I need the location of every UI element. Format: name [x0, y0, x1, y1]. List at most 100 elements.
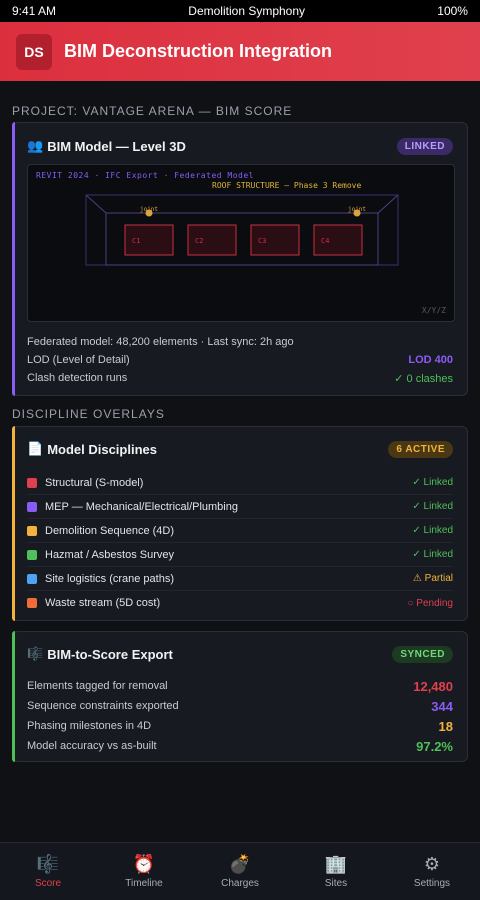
list-item[interactable]: Hazmat / Asbestos Survey ✓ Linked: [27, 543, 453, 567]
export-stat-value: 18: [438, 718, 453, 734]
status-badge: LINKED: [396, 137, 453, 155]
list-item[interactable]: Waste stream (5D cost) ○ Pending: [27, 591, 453, 615]
discipline-label: Structural (S-model): [45, 476, 144, 489]
nav-label: Score: [34, 878, 62, 889]
nav-item-timeline[interactable]: ⏰ Timeline: [96, 843, 192, 900]
column-label: C1: [132, 237, 140, 245]
axes-label: X/Y/Z: [421, 306, 446, 315]
export-stats: Elements tagged for removal 12,480 Sequenc…: [13, 676, 467, 756]
export-stat-value: 344: [431, 698, 453, 714]
document-icon: 📄: [27, 441, 44, 456]
discipline-label: Hazmat / Asbestos Survey: [45, 548, 174, 561]
discipline-label-group: Structural (S-model): [27, 477, 143, 489]
export-stat-label: Elements tagged for removal: [27, 680, 168, 692]
export-stat-row: Elements tagged for removal 12,480: [27, 676, 453, 696]
discipline-label: Demolition Sequence (4D): [45, 524, 175, 537]
people-icon: 👥: [27, 138, 44, 153]
app-header: DS BIM Deconstruction Integration: [0, 22, 480, 81]
color-swatch: [27, 598, 37, 608]
export-stat-row: Sequence constraints exported 344: [27, 696, 453, 716]
nav-label: Timeline: [125, 878, 163, 889]
list-item[interactable]: Demolition Sequence (4D) ✓ Linked: [27, 519, 453, 543]
overlay-label: DISCIPLINE OVERLAYS: [12, 407, 165, 421]
disciplines-title-text: Model Disciplines: [47, 441, 157, 457]
export-stat-value: 12,480: [413, 678, 453, 694]
bim-wireframe: joint joint C1 C2 C3 C4: [85, 194, 399, 266]
bim-card-title-text: BIM Model — Level 3D: [47, 138, 186, 154]
discipline-label-group: Hazmat / Asbestos Survey: [27, 549, 174, 561]
building-icon: 🏢: [324, 854, 348, 874]
active-count-badge: 6 ACTIVE: [388, 440, 453, 458]
discipline-label-group: Waste stream (5D cost): [27, 597, 160, 609]
synced-badge: SYNCED: [392, 645, 453, 663]
alarm-clock-icon: ⏰: [132, 854, 156, 874]
nav-item-settings[interactable]: ⚙ Settings: [384, 843, 480, 900]
disciplines-card[interactable]: 📄 Model Disciplines 6 ACTIVE Structural …: [12, 426, 468, 621]
discipline-label: Waste stream (5D cost): [45, 597, 161, 609]
disciplines-title: 📄 Model Disciplines: [27, 441, 157, 457]
discipline-status: ✓ Linked: [412, 525, 453, 536]
discipline-label-group: Site logistics (crane paths): [27, 573, 174, 585]
discipline-label: MEP — Mechanical/Electrical/Plumbing: [45, 500, 238, 513]
nav-item-charges[interactable]: 💣 Charges: [192, 843, 288, 900]
card-accent: [12, 426, 15, 621]
list-item[interactable]: Structural (S-model) ✓ Linked: [27, 471, 453, 495]
discipline-status: ⚠ Partial: [412, 573, 453, 584]
bim-card-title: 👥 BIM Model — Level 3D: [27, 138, 186, 154]
joint-label: joint: [348, 206, 366, 213]
nav-label: Sites: [324, 878, 348, 889]
export-stat-label: Phasing milestones in 4D: [27, 720, 152, 732]
page-title: BIM Deconstruction Integration: [64, 41, 333, 61]
export-stat-label: Sequence constraints exported: [27, 700, 179, 712]
bottom-nav: 🎼 Score ⏰ Timeline 💣 Charges 🏢 Sites ⚙ Settings: [0, 842, 480, 900]
column-label: C4: [321, 237, 329, 245]
app-logo[interactable]: DS: [16, 33, 52, 70]
export-stat-row: Phasing milestones in 4D 18: [27, 716, 453, 736]
nav-item-sites[interactable]: 🏢 Sites: [288, 843, 384, 900]
column-label: C3: [258, 237, 266, 245]
nav-label: Charges: [221, 878, 259, 889]
discipline-status: ✓ Linked: [412, 477, 453, 488]
nav-item-score[interactable]: 🎼 Score: [0, 843, 96, 900]
export-card[interactable]: 🎼 BIM-to-Score Export SYNCED Elements ta…: [12, 631, 468, 762]
bim-viewer[interactable]: REVIT 2024 · IFC Export · Federated Mode…: [27, 164, 455, 322]
export-title-text: BIM-to-Score Export: [47, 646, 173, 662]
discipline-status: ○ Pending: [407, 597, 453, 609]
color-swatch: [27, 501, 37, 512]
clash-value: ✓ 0 clashes: [394, 372, 453, 385]
joint-label: joint: [140, 206, 158, 213]
color-swatch: [27, 525, 37, 536]
color-swatch: [27, 549, 37, 560]
clash-label: Clash detection runs: [27, 372, 128, 384]
status-title: Demolition Symphony: [188, 4, 306, 18]
status-battery: 100%: [437, 4, 468, 18]
lod-value: LOD 400: [408, 354, 453, 366]
export-stat-value: 97.2%: [416, 738, 453, 754]
project-label: PROJECT: VANTAGE ARENA — BIM SCORE: [12, 104, 293, 118]
music-score-icon: 🎼: [27, 646, 44, 661]
discipline-label-group: MEP — Mechanical/Electrical/Plumbing: [27, 501, 238, 513]
gear-icon: ⚙: [423, 854, 441, 874]
color-swatch: [27, 573, 37, 584]
model-meta: Federated model: 48,200 elements · Last …: [27, 336, 294, 348]
nav-label: Settings: [413, 878, 451, 889]
export-title: 🎼 BIM-to-Score Export: [27, 646, 173, 662]
export-stat-row: Model accuracy vs as-built 97.2%: [27, 736, 453, 756]
list-item[interactable]: Site logistics (crane paths) ⚠ Partial: [27, 567, 453, 591]
column-label: C2: [195, 237, 203, 245]
bomb-icon: 💣: [228, 854, 252, 874]
color-swatch: [27, 477, 37, 488]
discipline-status: ✓ Linked: [412, 549, 453, 560]
card-accent: [12, 122, 15, 396]
discipline-label: Site logistics (crane paths): [45, 572, 174, 585]
card-accent: [12, 631, 15, 762]
lod-label: LOD (Level of Detail): [27, 354, 130, 366]
discipline-label-group: Demolition Sequence (4D): [27, 525, 174, 537]
score-icon: 🎼: [36, 854, 60, 874]
export-stat-label: Model accuracy vs as-built: [27, 740, 157, 752]
bim-model-card[interactable]: 👥 BIM Model — Level 3D LINKED REVIT 2024…: [12, 122, 468, 396]
discipline-status: ✓ Linked: [412, 501, 453, 512]
status-bar: 9:41 AM Demolition Symphony 100%: [0, 0, 480, 22]
list-item[interactable]: MEP — Mechanical/Electrical/Plumbing ✓ Li…: [27, 495, 453, 519]
status-time: 9:41 AM: [12, 4, 57, 18]
